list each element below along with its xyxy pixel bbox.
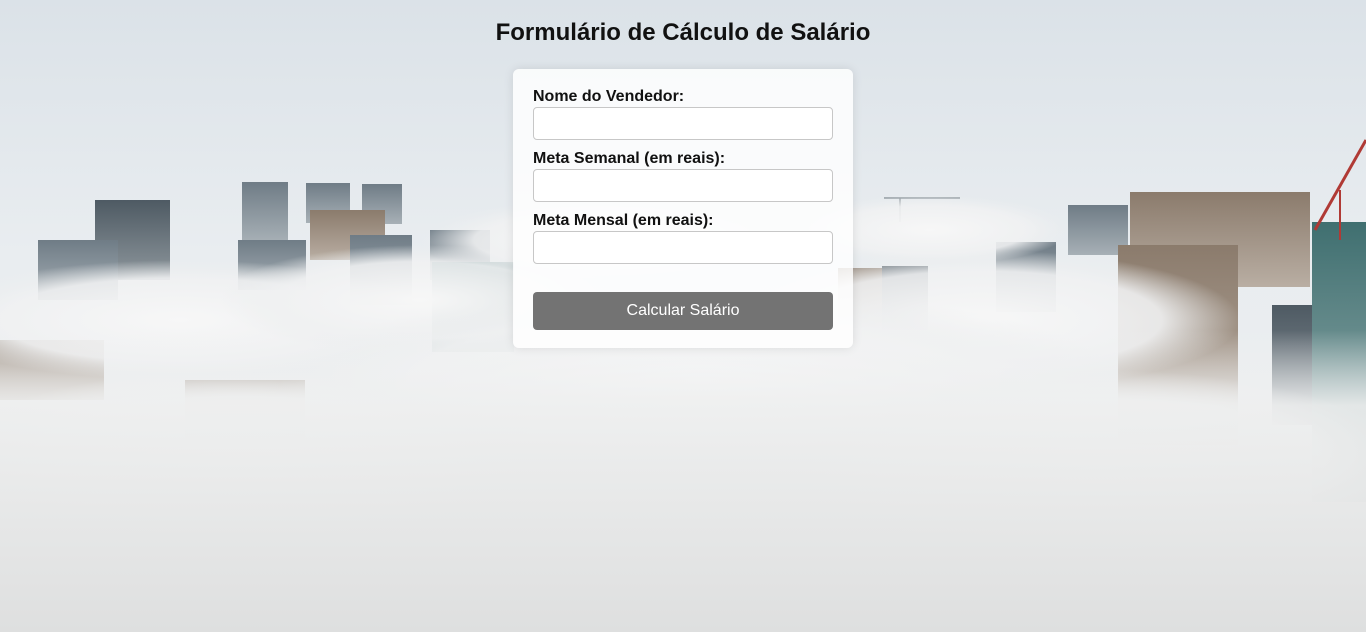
page-title: Formulário de Cálculo de Salário (495, 19, 871, 46)
salary-form: Nome do Vendedor: Meta Semanal (em reais… (513, 69, 853, 348)
monthly-goal-label: Meta Mensal (em reais): (533, 212, 714, 229)
weekly-goal-label: Meta Semanal (em reais): (533, 150, 726, 167)
seller-name-label: Nome do Vendedor: (533, 88, 685, 105)
seller-name-input[interactable] (533, 107, 833, 140)
monthly-goal-input[interactable] (533, 231, 833, 264)
weekly-goal-input[interactable] (533, 169, 833, 202)
calculate-salary-button[interactable]: Calcular Salário (533, 292, 833, 330)
